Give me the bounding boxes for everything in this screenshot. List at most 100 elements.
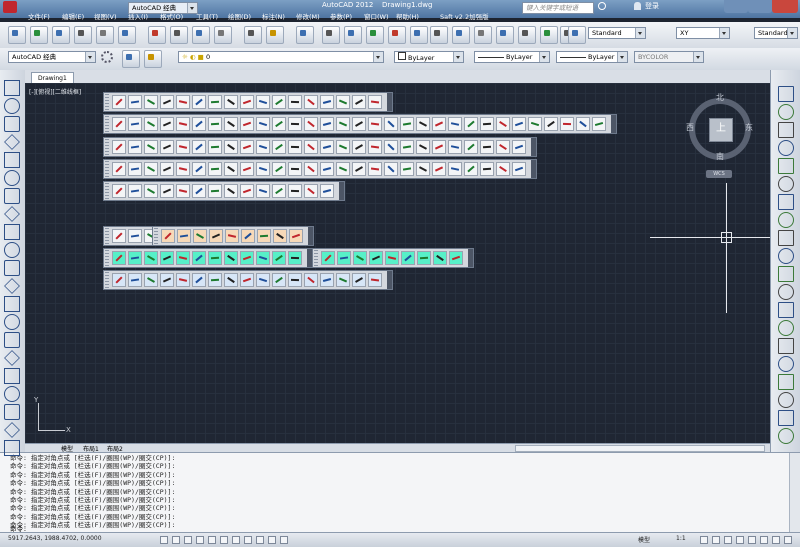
floating-tool-button[interactable]: [240, 140, 254, 154]
table-style-combo[interactable]: Standard: [754, 27, 798, 39]
floating-tool-button[interactable]: [592, 117, 606, 131]
modify-tool-icon[interactable]: [778, 158, 794, 174]
floating-tool-button[interactable]: [112, 117, 126, 131]
floating-tool-button[interactable]: [304, 273, 318, 287]
plotstyle-combo[interactable]: BYCOLOR: [634, 51, 704, 63]
floating-tool-button[interactable]: [272, 117, 286, 131]
floating-tool-button[interactable]: [401, 251, 415, 265]
drafting-setting-toggle[interactable]: [268, 536, 276, 544]
menu-item-10[interactable]: 窗口(W): [364, 12, 389, 22]
text-style-combo[interactable]: Standard: [588, 27, 646, 39]
floating-tool-button[interactable]: [208, 273, 222, 287]
menu-item-7[interactable]: 标注(N): [262, 12, 285, 22]
floating-tool-button[interactable]: [128, 117, 142, 131]
status-tray-button[interactable]: [760, 536, 768, 544]
floating-tool-button[interactable]: [224, 95, 238, 109]
floating-tool-button[interactable]: [272, 162, 286, 176]
modify-tool-icon[interactable]: [778, 230, 794, 246]
floating-tool-button[interactable]: [112, 273, 126, 287]
floating-tool-button[interactable]: [288, 95, 302, 109]
floating-tool-button[interactable]: [240, 184, 254, 198]
horizontal-scrollbar[interactable]: [515, 445, 765, 452]
floating-tool-button[interactable]: [449, 251, 463, 265]
floating-tool-button[interactable]: [128, 273, 142, 287]
floating-tool-button[interactable]: [176, 251, 190, 265]
floating-tool-button[interactable]: [464, 162, 478, 176]
floating-tool-button[interactable]: [112, 251, 126, 265]
floating-tool-button[interactable]: [112, 140, 126, 154]
floating-tool-button[interactable]: [272, 95, 286, 109]
floating-tool-button[interactable]: [320, 95, 334, 109]
status-tray-button[interactable]: [772, 536, 780, 544]
gear-icon[interactable]: [101, 51, 113, 63]
floating-tool-button[interactable]: [352, 162, 366, 176]
floating-tool-button[interactable]: [193, 229, 207, 243]
toolbar-tool-icon[interactable]: [266, 26, 284, 44]
modify-tool-icon[interactable]: [778, 248, 794, 264]
floating-tool-button[interactable]: [128, 140, 142, 154]
floating-tool-button[interactable]: [384, 117, 398, 131]
draw-tool-icon[interactable]: [4, 404, 20, 420]
modify-tool-icon[interactable]: [778, 104, 794, 120]
floating-tool-button[interactable]: [224, 140, 238, 154]
floating-tool-button[interactable]: [352, 95, 366, 109]
layer-combo[interactable]: ☼ ◐ ■ 0: [178, 51, 384, 63]
toolbar-tool-icon[interactable]: [540, 26, 558, 44]
command-scrollbar[interactable]: [789, 453, 800, 533]
toolbar-tool-icon[interactable]: [410, 26, 428, 44]
floating-tool-button[interactable]: [224, 117, 238, 131]
floating-tool-button[interactable]: [177, 229, 191, 243]
menu-item-9[interactable]: 参数(P): [330, 12, 352, 22]
floating-tool-button[interactable]: [289, 229, 303, 243]
status-tray-button[interactable]: [724, 536, 732, 544]
drafting-setting-toggle[interactable]: [232, 536, 240, 544]
toolbar-grip[interactable]: [105, 183, 109, 199]
draw-tool-icon[interactable]: [4, 314, 20, 330]
floating-tool-button[interactable]: [544, 117, 558, 131]
floating-tool-button[interactable]: [240, 117, 254, 131]
floating-tool-button[interactable]: [240, 273, 254, 287]
floating-tool-button[interactable]: [112, 229, 126, 243]
floating-tool-button[interactable]: [192, 251, 206, 265]
floating-tool-button[interactable]: [464, 140, 478, 154]
status-tray-button[interactable]: [712, 536, 720, 544]
floating-tool-button[interactable]: [176, 117, 190, 131]
floating-tool-button[interactable]: [128, 184, 142, 198]
floating-tool-button[interactable]: [256, 117, 270, 131]
modify-tool-icon[interactable]: [778, 356, 794, 372]
draw-tool-icon[interactable]: [4, 224, 20, 240]
toolbar-tool-icon[interactable]: [452, 26, 470, 44]
floating-tool-button[interactable]: [448, 117, 462, 131]
floating-tool-button[interactable]: [416, 162, 430, 176]
toolbar-grip[interactable]: [105, 161, 109, 177]
menu-item-8[interactable]: 修改(M): [296, 12, 320, 22]
floating-tool-button[interactable]: [256, 162, 270, 176]
floating-tool-button[interactable]: [432, 140, 446, 154]
floating-tool-button[interactable]: [209, 229, 223, 243]
menu-item-0[interactable]: 文件(F): [28, 12, 50, 22]
floating-tool-button[interactable]: [384, 162, 398, 176]
floating-tool-button[interactable]: [192, 162, 206, 176]
floating-tool-button[interactable]: [160, 184, 174, 198]
floating-tool-button[interactable]: [352, 273, 366, 287]
floating-tool-button[interactable]: [320, 184, 334, 198]
toolbar-tool-icon[interactable]: [496, 26, 514, 44]
floating-tool-button[interactable]: [208, 162, 222, 176]
floating-tool-button[interactable]: [496, 117, 510, 131]
toolbar-tool-icon[interactable]: [96, 26, 114, 44]
floating-tool-button[interactable]: [400, 140, 414, 154]
modify-tool-icon[interactable]: [778, 302, 794, 318]
floating-tool-button[interactable]: [256, 273, 270, 287]
floating-tool-button[interactable]: [256, 251, 270, 265]
floating-tool-button[interactable]: [160, 95, 174, 109]
modify-tool-icon[interactable]: [778, 284, 794, 300]
floating-tool-button[interactable]: [384, 140, 398, 154]
draw-tool-icon[interactable]: [4, 368, 20, 384]
floating-tool-button[interactable]: [304, 184, 318, 198]
lineweight-combo[interactable]: ByLayer: [556, 51, 628, 63]
floating-tool-button[interactable]: [272, 140, 286, 154]
coordinate-readout[interactable]: 5917.2643, 1988.4702, 0.0000: [8, 535, 102, 542]
toolbar-tool-icon[interactable]: [296, 26, 314, 44]
floating-tool-button[interactable]: [160, 273, 174, 287]
layer-tool-icon[interactable]: [122, 50, 140, 68]
